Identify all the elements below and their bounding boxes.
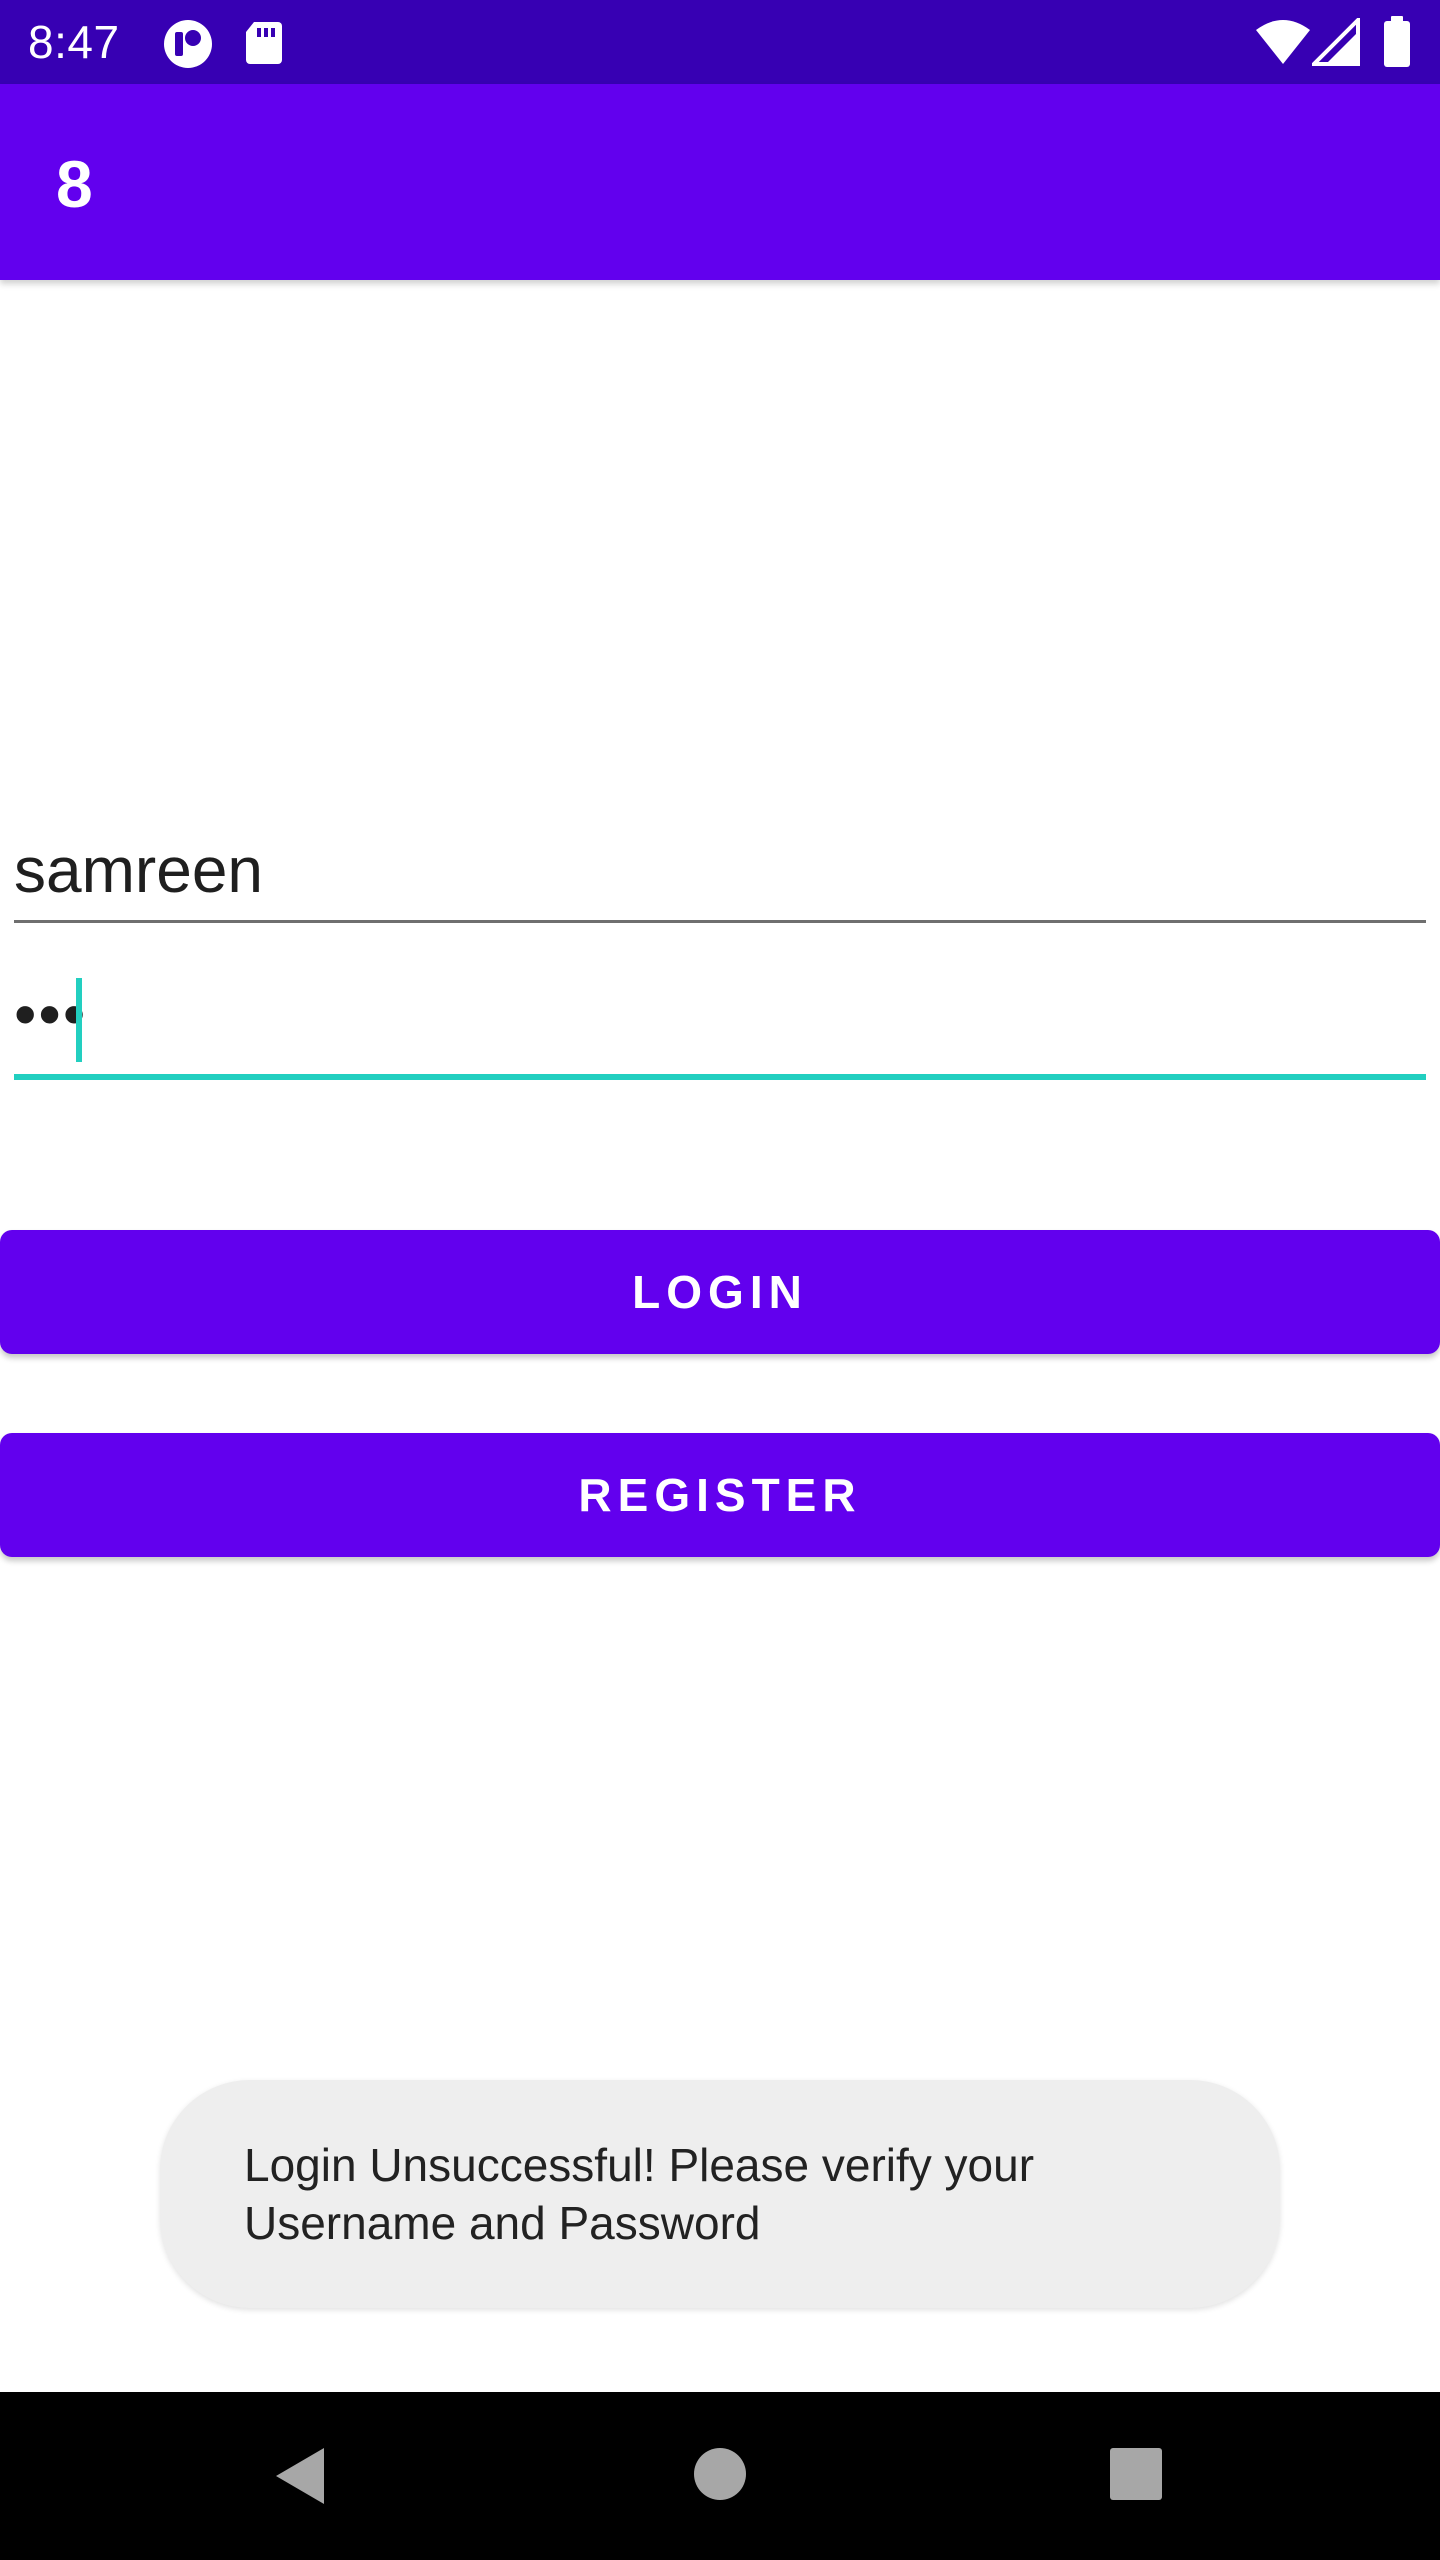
status-time: 8:47 [28, 16, 120, 68]
recents-icon[interactable] [1108, 2446, 1164, 2502]
cellular-signal-icon [1312, 18, 1360, 66]
home-icon[interactable] [692, 2446, 748, 2502]
battery-icon [1384, 16, 1410, 67]
navigation-bar [0, 2392, 1440, 2560]
notification-icon [164, 20, 212, 68]
text-cursor [76, 978, 82, 1062]
password-field[interactable]: ••• [14, 972, 1426, 1080]
username-value: samreen [14, 834, 263, 906]
username-field[interactable]: samreen [14, 820, 1426, 923]
back-icon[interactable] [270, 2444, 334, 2508]
login-button[interactable]: LOGIN [0, 1230, 1440, 1354]
sd-card-icon [246, 22, 282, 64]
status-bar: 8:47 [0, 0, 1440, 84]
wifi-icon [1256, 20, 1310, 64]
app-title: 8 [56, 147, 93, 221]
toast-text: Login Unsuccessful! Please verify your U… [244, 2139, 1035, 2249]
app-bar: 8 [0, 84, 1440, 280]
register-button[interactable]: REGISTER [0, 1433, 1440, 1557]
toast-message: Login Unsuccessful! Please verify your U… [160, 2080, 1280, 2308]
